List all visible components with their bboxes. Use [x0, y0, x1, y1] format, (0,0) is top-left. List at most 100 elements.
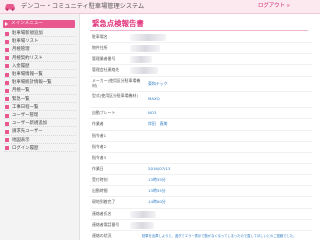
field-label: 型式(使用区分駐車場機材): [92, 93, 138, 98]
field-label: 連絡の状況: [92, 233, 112, 238]
field-instructor-1: 指令者1: [90, 132, 312, 140]
sidebar-item-login-history[interactable]: ログイン履歴: [4, 145, 76, 152]
sidebar-item-label: 入金履歴: [12, 63, 30, 69]
field-value: 駐車を出庫しようと、過ぎてエラー表示で動かなくなってしまったので直してほしいとの…: [142, 234, 297, 238]
row-divider: [90, 53, 312, 54]
redacted-value: [130, 221, 154, 229]
menu-bullet-icon: [5, 56, 9, 61]
field-label: 指令者1: [92, 133, 107, 138]
sidebar-item-label: 駐車場情報一覧: [12, 72, 43, 77]
field-label: 指令者3: [92, 155, 107, 160]
row-divider: [90, 42, 312, 43]
logout-link[interactable]: ログアウト »: [258, 2, 290, 11]
row-divider: [90, 230, 312, 231]
field-worker: 作業者 岸田 直美: [90, 120, 312, 128]
sidebar-item-parking-add[interactable]: 駐車場新規追加: [4, 30, 76, 38]
field-contact-name: 連絡者氏名: [90, 210, 312, 218]
row-divider: [90, 107, 312, 108]
row-divider: [90, 185, 312, 186]
field-label: 受付時刻: [92, 177, 108, 182]
field-value: 岸田 直美: [148, 121, 168, 126]
field-reception-time: 受付時刻 13時35分: [90, 176, 312, 184]
sidebar-item-parking-list[interactable]: 駐車場リスト: [4, 38, 76, 46]
sidebar-item-user-manage[interactable]: ユーザー管理: [4, 112, 76, 120]
menu-bullet-icon: [5, 146, 9, 151]
sidebar-item-label: 月極契約リスト: [12, 55, 43, 61]
menu-bullet-icon: [5, 113, 9, 118]
field-label: 管理会社連絡先: [92, 67, 120, 72]
field-label: 指令者2: [92, 144, 107, 149]
field-value: 14時00分: [148, 199, 166, 204]
sidebar-item-label: ログイン履歴: [12, 145, 39, 151]
sidebar-item-monthly-manage[interactable]: 月極管理: [4, 46, 76, 54]
sidebar-item-monthly-list[interactable]: 月極一覧: [4, 87, 76, 95]
redacted-value: [130, 66, 158, 74]
sidebar-item-label: 緊急一覧: [12, 96, 30, 102]
sidebar-item-label: 地図表示: [12, 137, 30, 143]
field-value: 13時55分: [148, 188, 166, 193]
field-parking-name: 駐車場名: [90, 33, 312, 41]
field-value: MAXQ: [148, 96, 160, 101]
field-label: 作業日: [92, 166, 104, 171]
field-label: 連絡者氏名: [92, 211, 112, 216]
field-work-date: 作業日 2016/07/13: [90, 165, 312, 173]
row-divider: [90, 118, 312, 119]
row-divider: [90, 174, 312, 175]
sidebar-item-construction-list[interactable]: 工事日程一覧: [4, 104, 76, 111]
sidebar-item-label: 請求先ユーザー: [12, 129, 43, 135]
main-content: 緊急点検報告書 駐車場名 物件住所 管理業者番号 管理会社連絡先 メーカー(使用…: [82, 14, 320, 240]
sidebar-item-label: ユーザー新規追加: [12, 121, 48, 127]
row-divider: [90, 141, 312, 142]
field-label: 管理業者番号: [92, 56, 116, 61]
field-value: 13時35分: [148, 177, 166, 182]
field-manager-contact: 管理会社連絡先: [90, 66, 312, 74]
redacted-value: [130, 55, 152, 63]
sidebar-item-map[interactable]: 地図表示: [4, 137, 76, 144]
sidebar-item-label: 駐車場リスト: [12, 39, 39, 45]
main-menu-header[interactable]: メインメニュー: [3, 20, 75, 28]
page-title: 緊急点検報告書: [92, 19, 144, 28]
field-value: NO3: [148, 110, 157, 115]
redacted-value: [130, 33, 166, 41]
main-menu-label: メインメニュー: [11, 21, 44, 26]
sidebar-item-emergency-list[interactable]: 緊急一覧: [4, 96, 76, 103]
field-label: 連絡者電話番号: [92, 222, 120, 227]
field-contact-phone: 連絡者電話番号: [90, 221, 312, 229]
sidebar-item-label: 駐車場新規追加: [12, 31, 43, 36]
sidebar-item-billing-users[interactable]: 請求先ユーザー: [4, 128, 76, 136]
redacted-value: [130, 210, 156, 218]
field-label: 作業者: [92, 121, 104, 126]
field-label: 駐車場名: [92, 34, 108, 39]
field-label: 出動時間: [92, 188, 108, 193]
sidebar-item-monthly-contracts[interactable]: 月極契約リスト: [4, 55, 76, 62]
menu-bullet-icon: [5, 97, 9, 102]
title-divider: [90, 30, 308, 31]
field-instructor-2: 指令者2: [90, 143, 312, 151]
field-auto-plate: 自動プレート NO3: [90, 109, 312, 117]
menu-bullet-icon: [5, 129, 9, 134]
row-divider: [90, 91, 312, 92]
menu-bullet-icon: [5, 64, 9, 69]
field-maker: メーカー(使用区分駐車場機材) 東和テック: [90, 78, 312, 90]
sidebar-item-label: ユーザー管理: [12, 113, 39, 118]
field-instructor-3: 指令者3: [90, 154, 312, 162]
sidebar-item-parking-info[interactable]: 駐車場情報一覧: [4, 71, 76, 79]
menu-bullet-icon: [5, 88, 9, 93]
row-divider: [90, 76, 312, 77]
sidebar-item-user-add[interactable]: ユーザー新規追加: [4, 120, 76, 128]
app-title: デンコー・コミュニティ駐車場管理システム: [21, 3, 145, 10]
field-label: 物件住所: [92, 45, 108, 50]
row-divider: [90, 219, 312, 220]
sidebar-item-label: 月極一覧: [12, 88, 30, 94]
field-label: 自動プレート: [92, 110, 116, 115]
menu-bullet-icon: [5, 47, 9, 52]
sidebar-item-parking-stats[interactable]: 駐車場統計情報一覧: [4, 79, 76, 87]
sidebar-item-label: 工事日程一覧: [12, 104, 39, 110]
sidebar-item-label: 駐車場統計情報一覧: [12, 80, 52, 86]
field-address: 物件住所: [90, 44, 312, 52]
field-model: 型式(使用区分駐車場機材) MAXQ: [90, 93, 312, 105]
row-divider: [90, 208, 312, 209]
row-divider: [90, 196, 312, 197]
sidebar-item-payment-history[interactable]: 入金履歴: [4, 63, 76, 70]
field-manager-number: 管理業者番号: [90, 55, 312, 63]
